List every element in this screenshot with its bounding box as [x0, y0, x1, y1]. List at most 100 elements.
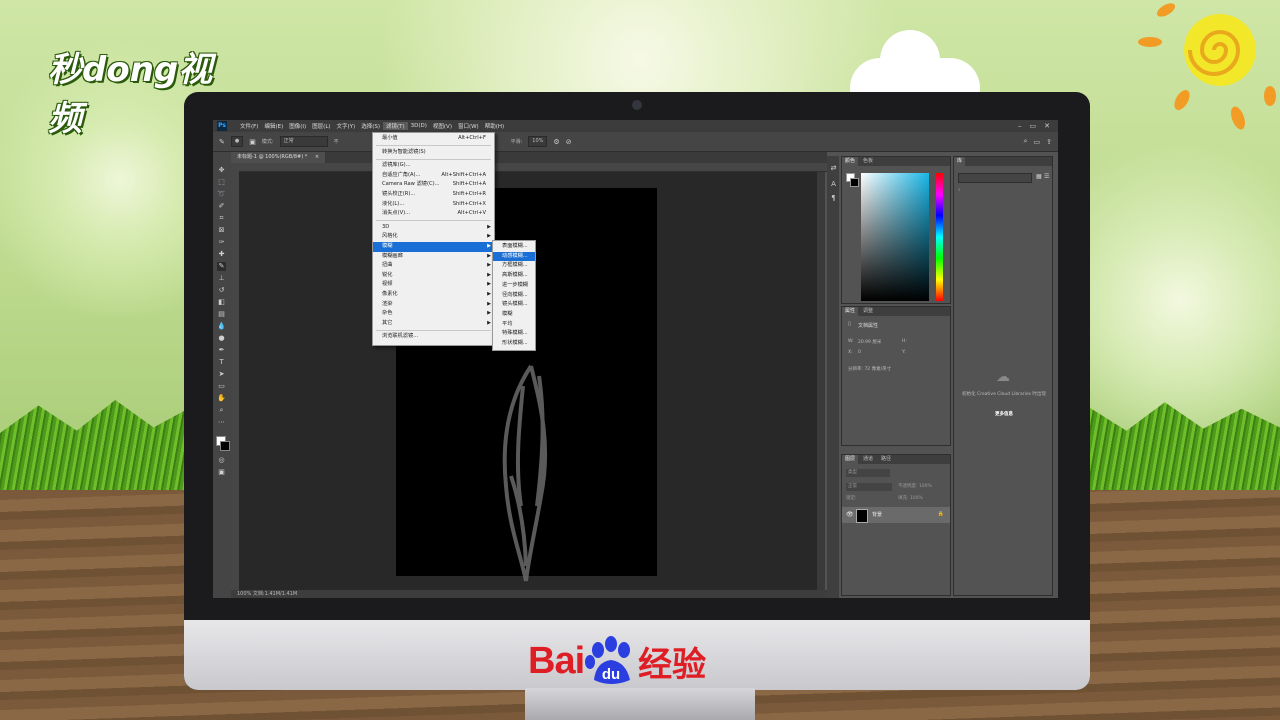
paragraph-panel-icon[interactable]: ¶ [829, 194, 838, 203]
tab-swatches[interactable]: 色板 [860, 157, 876, 166]
tab-layers[interactable]: 图层 [842, 455, 859, 464]
menu-image[interactable]: 图像(I) [286, 122, 309, 130]
library-select[interactable] [958, 173, 1032, 183]
blur-submenu-item[interactable]: 特殊模糊... [493, 329, 535, 339]
background-color-swatch[interactable] [220, 441, 230, 451]
fill-field[interactable]: 填充: 100% [898, 495, 923, 501]
maximize-icon[interactable]: ▭ [1030, 122, 1037, 130]
lasso-tool-icon[interactable]: ➰ [217, 190, 226, 199]
pen-tool-icon[interactable]: ✒ [217, 346, 226, 355]
smoothing-input[interactable]: 10% [528, 136, 548, 147]
blur-submenu-item[interactable]: 表面模糊... [493, 242, 535, 252]
eraser-tool-icon[interactable]: ◧ [217, 298, 226, 307]
move-tool-icon[interactable]: ✥ [217, 166, 226, 175]
share-icon[interactable]: ⇪ [1046, 138, 1052, 146]
search-icon[interactable]: ⌕ [1024, 137, 1028, 146]
blur-submenu-item[interactable]: 镜头模糊... [493, 300, 535, 310]
grid-view-icon[interactable]: ▦ [1036, 173, 1042, 180]
menu-help[interactable]: 帮助(H) [482, 122, 507, 130]
filter-menu-item[interactable]: 最小值 Alt+Ctrl+F [373, 134, 494, 144]
filter-menu-item[interactable]: 像素化 ▶ [373, 290, 494, 300]
blur-submenu-item[interactable]: 径向模糊... [493, 291, 535, 301]
menu-edit[interactable]: 编辑(E) [261, 122, 286, 130]
blur-tool-icon[interactable]: 💧 [217, 322, 226, 331]
brush-tool-icon[interactable]: ✎ [219, 138, 225, 146]
menu-file[interactable]: 文件(F) [237, 122, 261, 130]
filter-menu-item[interactable]: 自适应广角(A)... Alt+Shift+Ctrl+A [373, 171, 494, 181]
list-view-icon[interactable]: ☰ [1044, 173, 1049, 180]
blur-submenu-item[interactable]: 进一步模糊 [493, 281, 535, 291]
dodge-tool-icon[interactable]: ● [217, 334, 226, 343]
layer-row-background[interactable]: 👁 背景 🔒 [842, 507, 950, 523]
close-icon[interactable]: ✕ [1044, 122, 1050, 130]
filter-menu-item[interactable]: Camera Raw 滤镜(C)... Shift+Ctrl+A [373, 180, 494, 190]
tab-paths[interactable]: 路径 [878, 455, 894, 464]
document-tab[interactable]: 未标题-1 @ 100%(RGB/8#) * × [231, 152, 326, 163]
blend-mode-select[interactable]: 正常 [846, 483, 892, 491]
quick-select-tool-icon[interactable]: ✐ [217, 202, 226, 211]
blur-submenu-item[interactable]: 形状模糊... [493, 339, 535, 349]
tab-properties[interactable]: 属性 [842, 307, 859, 316]
visibility-eye-icon[interactable]: 👁 [846, 511, 854, 518]
blur-submenu-item[interactable]: 动感模糊... [493, 251, 535, 262]
gradient-tool-icon[interactable]: ▤ [217, 310, 226, 319]
tab-libraries[interactable]: 库 [954, 157, 966, 166]
tab-close-icon[interactable]: × [315, 154, 319, 160]
menu-3d[interactable]: 3D(D) [408, 123, 430, 129]
filter-menu-item[interactable]: 3D ▶ [373, 223, 494, 233]
marquee-tool-icon[interactable]: ⬚ [217, 178, 226, 187]
tab-channels[interactable]: 通道 [860, 455, 876, 464]
type-tool-icon[interactable]: T [217, 358, 226, 367]
filter-menu-item[interactable]: 模糊 ▶ [373, 242, 494, 252]
filter-menu-item[interactable]: 液化(L)... Shift+Ctrl+X [373, 200, 494, 210]
menu-type[interactable]: 文字(Y) [334, 122, 359, 130]
workspace-icon[interactable]: ▭ [1034, 138, 1041, 146]
path-select-tool-icon[interactable]: ➤ [217, 370, 226, 379]
filter-menu-item[interactable]: 镜头校正(R)... Shift+Ctrl+R [373, 190, 494, 200]
history-brush-tool-icon[interactable]: ↺ [217, 286, 226, 295]
screen-mode-icon[interactable]: ▣ [217, 468, 226, 477]
tab-color[interactable]: 颜色 [842, 157, 859, 166]
color-field[interactable] [861, 173, 929, 301]
width-value[interactable]: 20.99 厘米 [858, 339, 881, 345]
filter-menu-item[interactable]: 杂色 ▶ [373, 309, 494, 319]
more-info-link[interactable]: 更多信息 [958, 411, 1050, 417]
eyedropper-tool-icon[interactable]: ✑ [217, 238, 226, 247]
blur-submenu-item[interactable]: 平均 [493, 320, 535, 330]
frame-tool-icon[interactable]: ⊠ [217, 226, 226, 235]
opacity-field[interactable]: 不透明度: 100% [898, 483, 932, 489]
menu-filter[interactable]: 滤镜(T) [382, 122, 408, 130]
hand-tool-icon[interactable]: ✋ [217, 394, 226, 403]
filter-menu-item[interactable]: 扭曲 ▶ [373, 261, 494, 271]
layer-kind-filter[interactable]: 类型 [846, 469, 890, 477]
stamp-tool-icon[interactable]: ⊥ [217, 274, 226, 283]
blur-submenu-item[interactable]: 方框模糊... [493, 261, 535, 271]
filter-menu-item[interactable]: 锐化 ▶ [373, 271, 494, 281]
tab-adjustments[interactable]: 调整 [860, 307, 876, 316]
menu-window[interactable]: 窗口(W) [455, 122, 482, 130]
filter-menu-item[interactable]: 转换为智能滤镜(S) [373, 148, 494, 158]
menu-layer[interactable]: 图层(L) [309, 122, 333, 130]
minimize-icon[interactable]: – [1018, 122, 1022, 130]
crop-tool-icon[interactable]: ⌗ [217, 214, 226, 223]
mode-select[interactable]: 正常 [279, 136, 328, 147]
symmetry-icon[interactable]: ⊘ [566, 138, 572, 146]
brush-tool-icon[interactable]: ✎ [217, 262, 226, 271]
blur-submenu-item[interactable]: 高斯模糊... [493, 271, 535, 281]
library-search-input[interactable]: ⌕ [958, 187, 961, 193]
filter-menu-item[interactable]: 消失点(V)... Alt+Ctrl+V [373, 209, 494, 219]
menu-view[interactable]: 视图(V) [430, 122, 455, 130]
filter-menu-item[interactable]: 浏览联机滤镜... [373, 332, 494, 342]
history-panel-icon[interactable]: ⇄ [829, 164, 838, 173]
more-tools-icon[interactable]: ⋯ [217, 418, 226, 427]
blur-submenu-item[interactable]: 模糊 [493, 310, 535, 320]
filter-menu-item[interactable]: 渲染 ▶ [373, 300, 494, 310]
brush-panel-icon[interactable]: ▣ [249, 138, 256, 146]
filter-menu-item[interactable]: 其它 ▶ [373, 319, 494, 329]
filter-menu-item[interactable]: 风格化 ▶ [373, 232, 494, 242]
filter-menu-item[interactable]: 视频 ▶ [373, 280, 494, 290]
zoom-tool-icon[interactable]: ⌕ [217, 406, 226, 415]
character-panel-icon[interactable]: A [829, 180, 838, 189]
bg-swatch[interactable] [850, 178, 859, 187]
gear-icon[interactable]: ⚙ [553, 138, 559, 146]
